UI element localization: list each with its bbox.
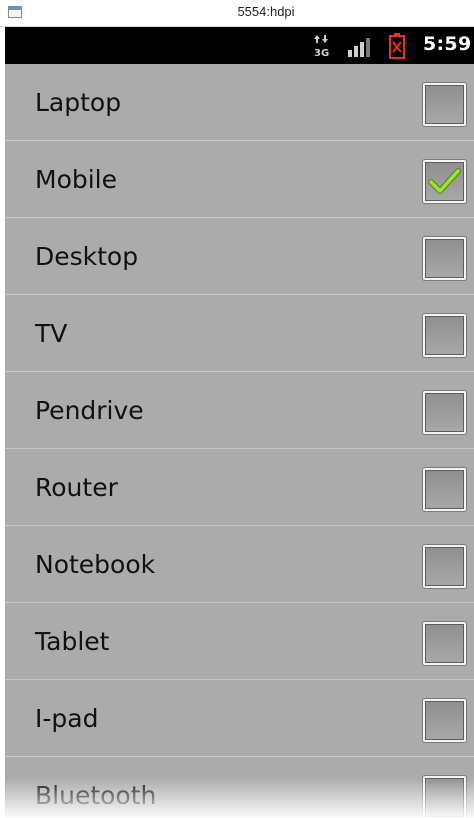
- item-list: Laptop Mobile Desktop TV Pendrive Router…: [5, 64, 474, 818]
- list-item[interactable]: TV: [5, 295, 474, 372]
- item-checkbox[interactable]: [423, 699, 466, 742]
- status-bar: 3G 5:59: [5, 27, 474, 64]
- battery-empty-icon: [389, 33, 405, 59]
- item-checkbox[interactable]: [423, 314, 466, 357]
- item-label: Laptop: [35, 88, 122, 117]
- item-label: I-pad: [35, 704, 99, 733]
- list-item[interactable]: Mobile: [5, 141, 474, 218]
- item-label: Notebook: [35, 550, 156, 579]
- list-item[interactable]: Desktop: [5, 218, 474, 295]
- window-title: 5554:hdpi: [237, 4, 295, 19]
- item-label: Bluetooth: [35, 781, 157, 810]
- list-item[interactable]: Router: [5, 449, 474, 526]
- signal-strength-icon: [348, 38, 370, 57]
- item-checkbox[interactable]: [423, 468, 466, 511]
- item-checkbox[interactable]: [423, 237, 466, 280]
- item-label: Pendrive: [35, 396, 144, 425]
- item-label: Tablet: [35, 627, 110, 656]
- item-label: Mobile: [35, 165, 118, 194]
- list-item[interactable]: Bluetooth: [5, 757, 474, 818]
- item-checkbox[interactable]: [423, 83, 466, 126]
- checkmark-icon: [428, 168, 461, 194]
- item-label: Router: [35, 473, 118, 502]
- list-item[interactable]: I-pad: [5, 680, 474, 757]
- item-label: TV: [35, 319, 68, 348]
- list-item[interactable]: Tablet: [5, 603, 474, 680]
- item-checkbox[interactable]: [423, 776, 466, 818]
- item-checkbox[interactable]: [423, 391, 466, 434]
- device-screen: 3G 5:59 Laptop Mobile Desktop TV Pendriv…: [5, 27, 474, 818]
- item-checkbox[interactable]: [423, 160, 466, 203]
- list-item[interactable]: Laptop: [5, 64, 474, 141]
- item-checkbox[interactable]: [423, 545, 466, 588]
- status-bar-clock: 5:59: [423, 33, 472, 55]
- 3g-data-icon: 3G: [314, 35, 329, 58]
- list-item[interactable]: Pendrive: [5, 372, 474, 449]
- item-label: Desktop: [35, 242, 139, 271]
- svg-text:3G: 3G: [314, 48, 329, 58]
- emulator-title-bar: 5554:hdpi: [0, 0, 474, 27]
- list-item[interactable]: Notebook: [5, 526, 474, 603]
- item-checkbox[interactable]: [423, 622, 466, 665]
